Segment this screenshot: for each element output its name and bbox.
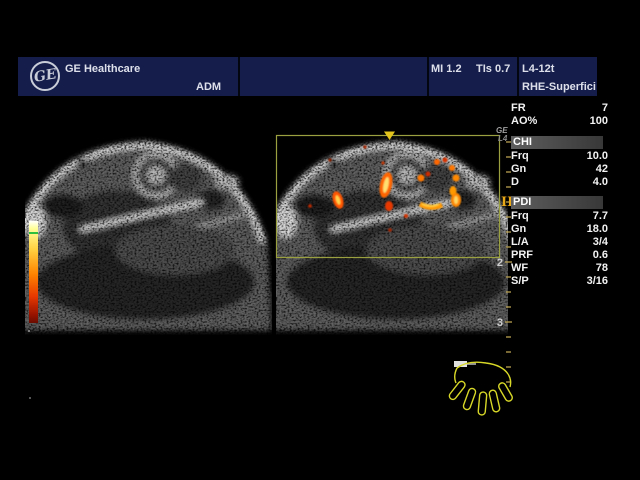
application-preset: RHE-Superfici <box>522 81 596 93</box>
pdi-frq-label: Frq <box>511 210 529 223</box>
hand-icon <box>448 362 514 415</box>
chi-row: Frq 10.0 <box>511 150 608 163</box>
pdi-wf-label: WF <box>511 262 528 275</box>
probe-marker-line2: L4 <box>498 134 508 143</box>
pdi-row: S/P 3/16 <box>511 275 608 288</box>
chi-row: D 4.0 <box>511 176 608 189</box>
chi-gn-label: Gn <box>511 163 526 176</box>
pdi-prf-value: 0.6 <box>593 249 608 262</box>
scale-dot <box>28 330 30 332</box>
pdi-row: L/A 3/4 <box>511 236 608 249</box>
ge-monogram: GE <box>33 67 58 85</box>
header-divider <box>517 57 519 96</box>
doppler-color-scale <box>29 221 38 323</box>
brand-text: GE Healthcare <box>65 63 140 75</box>
pdi-la-value: 3/4 <box>593 236 608 249</box>
ge-logo: GE <box>30 61 60 91</box>
pdi-row: Frq 7.7 <box>511 210 608 223</box>
chi-mode-header: CHI <box>511 136 603 149</box>
pdi-row: WF 78 <box>511 262 608 275</box>
pdi-frq-value: 7.7 <box>593 210 608 223</box>
pdi-prf-label: PRF <box>511 249 533 262</box>
ao-value: 100 <box>590 115 608 128</box>
doppler-image-right <box>268 136 522 330</box>
tis-readout: TIs 0.7 <box>476 63 510 75</box>
fr-row: FR 7 <box>511 102 608 115</box>
pdi-mode-header: PDI <box>511 196 603 209</box>
depth-label-3: 3 <box>497 317 503 329</box>
header-divider <box>238 57 240 96</box>
pdi-wf-value: 78 <box>596 262 608 275</box>
pdi-la-label: L/A <box>511 236 529 249</box>
scale-dot <box>29 397 31 399</box>
chi-gn-value: 42 <box>596 163 608 176</box>
body-marker-hand[interactable] <box>448 361 514 415</box>
chi-frq-value: 10.0 <box>587 150 608 163</box>
chi-frq-label: Frq <box>511 150 529 163</box>
color-scale-tick <box>29 232 38 234</box>
depth-label-2: 2 <box>497 257 503 269</box>
pdi-sp-value: 3/16 <box>587 275 608 288</box>
chi-row: Gn 42 <box>511 163 608 176</box>
bmode-image-left <box>17 136 271 330</box>
fr-value: 7 <box>602 102 608 115</box>
pdi-sp-label: S/P <box>511 275 529 288</box>
preset-label: ADM <box>196 81 221 93</box>
pdi-gn-value: 18.0 <box>587 223 608 236</box>
fr-label: FR <box>511 102 526 115</box>
chi-d-label: D <box>511 176 519 189</box>
chi-d-value: 4.0 <box>593 176 608 189</box>
probe-name: L4-12t <box>522 63 554 75</box>
mi-readout: MI 1.2 <box>431 63 462 75</box>
pdi-row: PRF 0.6 <box>511 249 608 262</box>
pdi-row: Gn 18.0 <box>511 223 608 236</box>
pdi-gn-label: Gn <box>511 223 526 236</box>
header-divider <box>427 57 429 96</box>
ultrasound-screen: 2 3 GE L4 II GE GE Healthc <box>0 0 640 480</box>
ao-row: AO% 100 <box>511 115 608 128</box>
header-bar: GE GE Healthcare ADM MI 1.2 TIs 0.7 L4-1… <box>18 57 597 96</box>
ao-label: AO% <box>511 115 537 128</box>
